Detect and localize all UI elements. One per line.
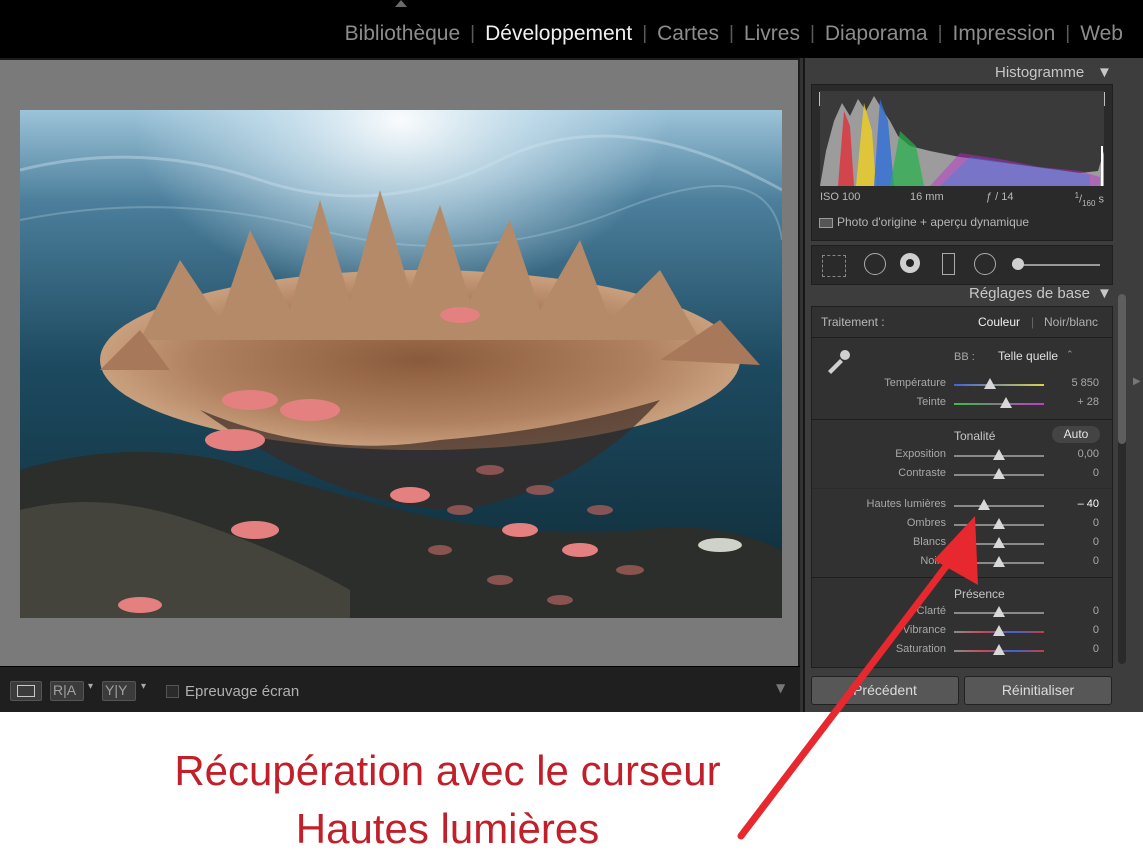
develop-workspace: R|A ▾ Y|Y ▾ Epreuvage écran ▼ Histogramm… — [0, 58, 1143, 712]
loupe-icon — [17, 685, 35, 697]
adjustment-brush-slider[interactable] — [1012, 258, 1100, 270]
tool-strip — [811, 245, 1113, 285]
tint-track[interactable] — [954, 403, 1044, 405]
module-slideshow[interactable]: Diaporama — [815, 22, 938, 46]
treatment-color-option[interactable]: Couleur — [978, 315, 1020, 329]
preview-icon — [819, 218, 833, 228]
before-after-ra-button[interactable]: R|A — [50, 681, 84, 701]
underwater-coral-photo — [20, 110, 782, 618]
radial-filter-icon[interactable] — [974, 253, 996, 275]
saturation-thumb[interactable] — [993, 644, 1005, 655]
reset-button[interactable]: Réinitialiser — [964, 676, 1112, 705]
blacks-thumb[interactable] — [993, 556, 1005, 567]
histogram-title[interactable]: Histogramme — [995, 64, 1084, 81]
panel-scroll-thumb[interactable] — [1118, 294, 1126, 444]
spot-removal-icon[interactable] — [864, 253, 886, 275]
exposure-thumb[interactable] — [993, 449, 1005, 460]
histogram-graph — [820, 91, 1104, 186]
graduated-filter-icon[interactable] — [942, 253, 955, 275]
histogram-collapse-icon[interactable]: ▼ — [1097, 64, 1112, 81]
caption-line-1: Récupération avec le curseur — [174, 747, 721, 794]
panel-scrollbar[interactable] — [1118, 294, 1126, 664]
wb-preset-dropdown[interactable]: Telle quelle — [998, 349, 1058, 363]
wb-label: BB : — [954, 351, 975, 363]
preview-label: Photo d'origine + aperçu dynamique — [837, 215, 1030, 229]
contrast-thumb[interactable] — [993, 468, 1005, 479]
toolbar-menu-icon[interactable]: ▼ — [776, 681, 785, 695]
histogram: ISO 100 16 mm ƒ / 14 1/160 s Photo d'ori… — [811, 84, 1113, 241]
whites-thumb[interactable] — [993, 537, 1005, 548]
soft-proof-checkbox[interactable] — [166, 685, 179, 698]
vibrance-thumb[interactable] — [993, 625, 1005, 636]
module-print[interactable]: Impression — [943, 22, 1066, 46]
exif-iso: ISO 100 — [820, 191, 861, 203]
module-picker: Bibliothèque | Développement | Cartes | Liv… — [335, 22, 1133, 46]
white-balance-eyedropper-icon[interactable] — [824, 347, 852, 375]
viewer-toolbar: R|A ▾ Y|Y ▾ Epreuvage écran ▼ — [0, 666, 800, 712]
crop-tool-icon[interactable] — [822, 255, 846, 277]
module-library[interactable]: Bibliothèque — [335, 22, 471, 46]
collapse-top-panel-icon[interactable] — [395, 0, 407, 7]
right-panel: Histogramme ▼ ISO 100 16 mm ƒ / 14 1/160… — [803, 58, 1143, 712]
redeye-tool-icon[interactable] — [900, 253, 920, 273]
wb-dropdown-icon[interactable]: ⌃ — [1066, 350, 1074, 360]
treatment-bw-option[interactable]: Noir/blanc — [1044, 315, 1098, 329]
tone-section-title: Tonalité — [954, 429, 996, 443]
right-panel-toggle-icon[interactable]: ▶ — [1133, 376, 1141, 387]
loupe-view-button[interactable] — [10, 681, 42, 701]
basic-panel-title[interactable]: Réglages de base — [969, 285, 1090, 302]
ra-icon: R|A — [53, 682, 77, 698]
caption-line-2: Hautes lumières — [295, 805, 600, 852]
module-book[interactable]: Livres — [734, 22, 810, 46]
highlights-thumb[interactable] — [977, 499, 990, 510]
exif-focal: 16 mm — [910, 191, 944, 203]
yy-icon: Y|Y — [105, 682, 128, 698]
ra-dropdown-icon[interactable]: ▾ — [88, 681, 93, 692]
before-after-yy-button[interactable]: Y|Y — [102, 681, 136, 701]
module-develop[interactable]: Développement — [475, 22, 642, 46]
presence-section-title: Présence — [954, 587, 1005, 601]
previous-button[interactable]: Précédent — [811, 676, 959, 705]
clarity-thumb[interactable] — [993, 606, 1005, 617]
temperature-thumb[interactable] — [984, 378, 996, 389]
highlights-track[interactable] — [954, 505, 1044, 507]
module-bar: Bibliothèque | Développement | Cartes | Liv… — [0, 0, 1143, 58]
basic-collapse-icon[interactable]: ▼ — [1097, 285, 1112, 302]
exif-shutter: 1/160 s — [1074, 191, 1104, 208]
caption: Récupération avec le curseur Hautes lumi… — [0, 742, 895, 858]
image-viewer — [0, 58, 800, 666]
module-map[interactable]: Cartes — [647, 22, 729, 46]
soft-proof-label: Epreuvage écran — [185, 683, 300, 700]
tint-thumb[interactable] — [1000, 397, 1013, 408]
treatment-label: Traitement : — [821, 315, 885, 329]
yy-dropdown-icon[interactable]: ▾ — [141, 681, 146, 692]
treatment-divider: | — [1031, 315, 1035, 329]
module-web[interactable]: Web — [1070, 22, 1133, 46]
shadows-thumb[interactable] — [993, 518, 1005, 529]
basic-panel: Traitement : Couleur | Noir/blanc BB : T… — [811, 306, 1113, 668]
exif-aperture: ƒ / 14 — [986, 191, 1014, 203]
auto-tone-button[interactable]: Auto — [1052, 426, 1100, 443]
temperature-track[interactable] — [954, 384, 1044, 386]
